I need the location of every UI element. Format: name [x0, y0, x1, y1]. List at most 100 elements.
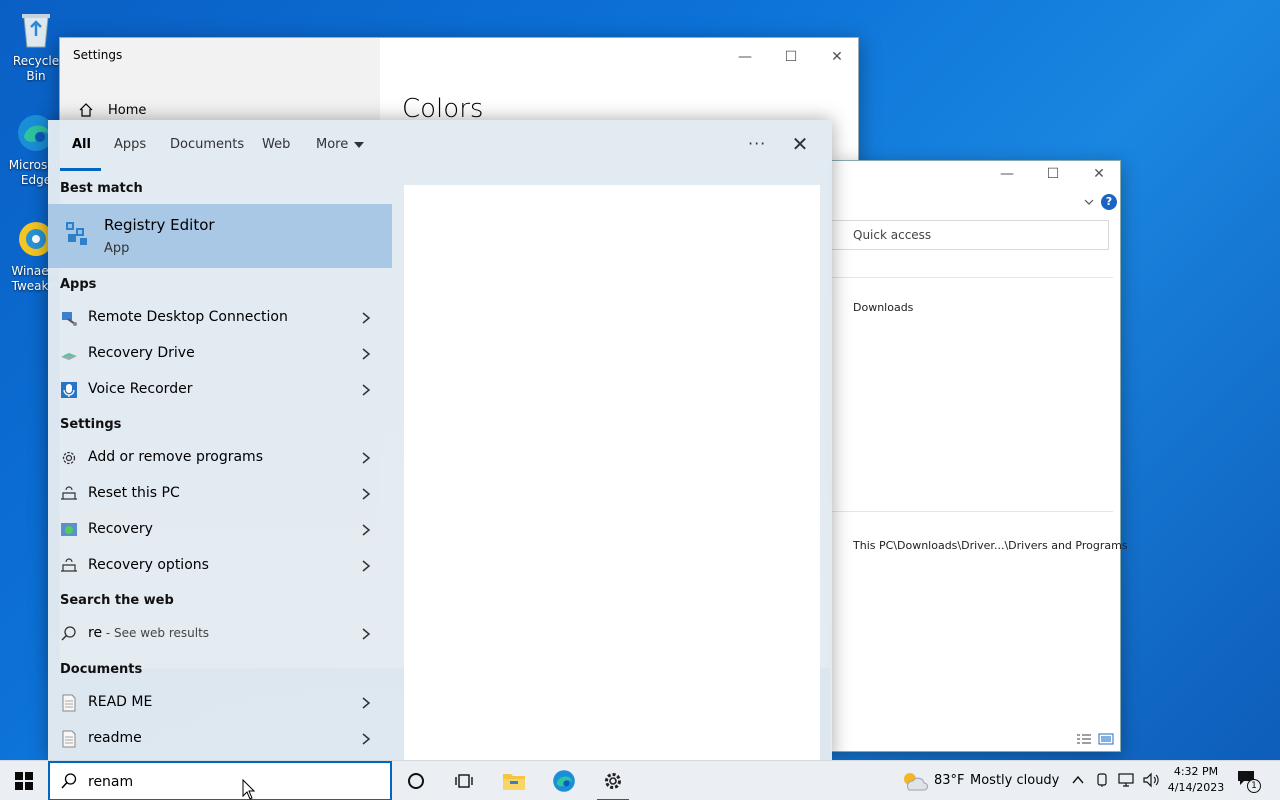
web-search-label: re - See web results: [88, 625, 209, 641]
section-heading-best-match: Best match: [60, 181, 143, 196]
divider: [831, 277, 1113, 278]
tab-more[interactable]: More: [316, 137, 365, 152]
list-item[interactable]: Voice Recorder: [48, 372, 392, 408]
recycle-bin-icon: [15, 8, 57, 50]
task-view-icon: [455, 774, 473, 788]
chevron-right-icon[interactable]: [358, 729, 374, 749]
clock[interactable]: 4:32 PM 4/14/2023: [1164, 764, 1228, 796]
address-text: Quick access: [853, 228, 932, 242]
best-match-type: App: [104, 241, 130, 256]
tab-web[interactable]: Web: [262, 137, 290, 152]
tab-more-label: More: [316, 137, 349, 152]
meet-now-icon[interactable]: [1096, 772, 1110, 788]
weather-temperature[interactable]: 83°F: [934, 773, 965, 788]
volume-icon[interactable]: [1142, 772, 1160, 788]
file-explorer-window[interactable]: — ☐ ✕ ? Quick access Downloads This PC\D…: [830, 160, 1128, 752]
settings-taskbar-button[interactable]: [589, 761, 637, 800]
list-item[interactable]: Remote Desktop Connection: [48, 300, 392, 336]
chevron-right-icon[interactable]: [358, 380, 374, 400]
location-path: This PC\Downloads\Driver...\Drivers and …: [853, 539, 1128, 552]
maximize-button[interactable]: ☐: [768, 44, 814, 70]
registry-editor-icon: [66, 222, 87, 245]
tab-documents[interactable]: Documents: [170, 137, 244, 152]
list-item[interactable]: Add or remove programs: [48, 440, 392, 476]
task-view-button[interactable]: [440, 761, 488, 800]
list-item-label: READ ME: [88, 694, 153, 710]
close-search-button[interactable]: ✕: [788, 132, 812, 156]
large-icons-view-icon[interactable]: [1098, 733, 1114, 745]
web-search-item[interactable]: re - See web results: [48, 616, 392, 652]
gear-icon: [60, 449, 78, 467]
clock-time: 4:32 PM: [1173, 765, 1219, 778]
cortana-icon: [408, 773, 424, 789]
minimize-button[interactable]: —: [984, 161, 1030, 187]
tab-all[interactable]: All: [72, 137, 91, 152]
desktop-icon-label: Recycle Bin: [12, 54, 60, 83]
list-item[interactable]: Reset this PC: [48, 476, 392, 512]
cortana-button[interactable]: [392, 761, 440, 800]
weather-description[interactable]: Mostly cloudy: [970, 773, 1059, 788]
taskbar: 83°F Mostly cloudy 4:32 PM 4/14/2023 1: [0, 760, 1280, 800]
recovery-icon: [60, 521, 78, 539]
divider: [831, 511, 1113, 512]
list-item[interactable]: Recovery: [48, 512, 392, 548]
chevron-right-icon[interactable]: [358, 344, 374, 364]
section-heading-apps: Apps: [60, 277, 97, 292]
maximize-button[interactable]: ☐: [1030, 161, 1076, 187]
search-icon: [60, 625, 78, 643]
settings-home-link[interactable]: Home: [78, 102, 146, 118]
folder-item[interactable]: Downloads: [853, 301, 913, 314]
close-button[interactable]: ✕: [1076, 161, 1122, 187]
edge-icon: [553, 770, 575, 792]
chevron-down-icon[interactable]: [1083, 197, 1095, 207]
caret-down-icon: [354, 141, 365, 148]
list-item-label: Recovery: [88, 521, 153, 537]
folder-icon: [503, 774, 525, 790]
chevron-up-icon[interactable]: [1071, 774, 1085, 786]
address-bar[interactable]: Quick access: [831, 220, 1109, 250]
action-center-button[interactable]: 1: [1236, 769, 1262, 793]
notification-badge: 1: [1247, 779, 1261, 793]
list-item[interactable]: Recovery Drive: [48, 336, 392, 372]
file-explorer-taskbar-button[interactable]: [490, 761, 538, 800]
recovery-options-icon: [60, 557, 78, 575]
chevron-right-icon[interactable]: [358, 624, 374, 644]
best-match-item[interactable]: Registry Editor App: [48, 204, 392, 268]
chevron-right-icon[interactable]: [358, 556, 374, 576]
document-icon: [60, 730, 78, 748]
recovery-drive-icon: [60, 345, 78, 363]
list-item-label: Reset this PC: [88, 485, 180, 501]
taskbar-search-box[interactable]: [48, 761, 392, 800]
chevron-right-icon[interactable]: [358, 308, 374, 328]
section-heading-search-web: Search the web: [60, 593, 174, 608]
chevron-right-icon[interactable]: [358, 448, 374, 468]
search-flyout[interactable]: All Apps Documents Web More ··· ✕ Best m…: [48, 120, 832, 760]
start-button[interactable]: [0, 761, 48, 800]
chevron-right-icon[interactable]: [358, 520, 374, 540]
mouse-cursor-icon: [242, 779, 256, 800]
list-item[interactable]: READ ME: [48, 685, 392, 721]
chevron-right-icon[interactable]: [358, 484, 374, 504]
details-view-icon[interactable]: [1076, 733, 1092, 745]
close-button[interactable]: ✕: [814, 44, 860, 70]
search-tabs: All Apps Documents Web More ··· ✕: [48, 120, 832, 172]
list-item[interactable]: readme: [48, 721, 392, 757]
network-icon[interactable]: [1118, 772, 1136, 788]
help-icon[interactable]: ?: [1101, 194, 1117, 210]
weather-cloudy-icon[interactable]: [900, 770, 928, 792]
web-query: re: [88, 625, 103, 641]
tab-apps[interactable]: Apps: [114, 137, 146, 152]
list-item-label: readme: [88, 730, 142, 746]
search-input[interactable]: [88, 771, 378, 793]
window-title: Settings: [73, 48, 123, 62]
list-item-label: Voice Recorder: [88, 381, 193, 397]
clock-date: 4/14/2023: [1167, 781, 1225, 794]
edge-taskbar-button[interactable]: [540, 761, 588, 800]
list-item[interactable]: Recovery options: [48, 548, 392, 584]
list-item-label: Recovery options: [88, 557, 209, 573]
chevron-right-icon[interactable]: [358, 693, 374, 713]
more-options-icon[interactable]: ···: [748, 134, 766, 153]
minimize-button[interactable]: —: [722, 44, 768, 70]
search-icon: [61, 773, 77, 789]
list-item-label: Recovery Drive: [88, 345, 195, 361]
